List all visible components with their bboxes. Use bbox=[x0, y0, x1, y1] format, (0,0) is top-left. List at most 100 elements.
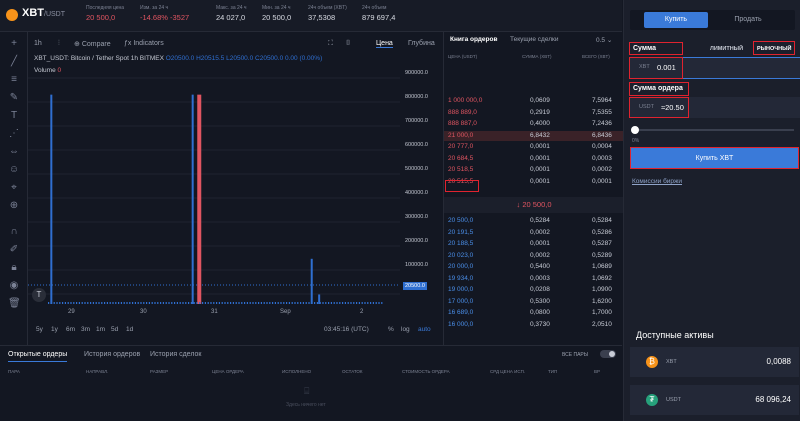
volume-bar bbox=[325, 302, 327, 304]
tab-depth[interactable]: Глубина bbox=[408, 40, 435, 47]
volume-bar bbox=[193, 302, 195, 304]
ob-total: 1,7000 bbox=[592, 309, 612, 316]
crosshair-icon[interactable]: + bbox=[8, 38, 20, 50]
zoom-in-icon[interactable]: ⊕ bbox=[8, 200, 20, 212]
orderbook-row[interactable]: 20 023,0 0,0002 0,5289 bbox=[444, 251, 624, 261]
tab-order-book[interactable]: Книга ордеров bbox=[450, 36, 497, 43]
x-tick-label: 30 bbox=[140, 309, 147, 315]
stat-volume-xbt: 24ч объем (XBT) 37,5308 bbox=[308, 5, 347, 22]
tab-recent-trades[interactable]: Текущие сделки bbox=[510, 36, 559, 43]
tab-open-orders[interactable]: Открытые ордеры bbox=[8, 351, 68, 362]
volume-bar bbox=[126, 302, 128, 304]
volume-bar bbox=[109, 302, 111, 304]
market-tab[interactable]: РЫНОЧНЫЙ bbox=[757, 46, 791, 52]
range-button-1d[interactable]: 1d bbox=[126, 326, 133, 333]
fib-icon[interactable]: ≡ bbox=[8, 74, 20, 86]
tab-order-history[interactable]: История ордеров bbox=[84, 351, 140, 358]
volume-bar bbox=[137, 302, 139, 304]
range-button-3m[interactable]: 3m bbox=[81, 326, 90, 333]
pattern-icon[interactable]: ⋰ bbox=[8, 128, 20, 140]
orderbook-row[interactable]: 20 684,5 0,0001 0,0003 bbox=[444, 154, 624, 164]
orderbook-row[interactable]: 19 934,0 0,0003 1,0692 bbox=[444, 274, 624, 284]
indicators-button[interactable]: ƒx Indicators bbox=[124, 40, 164, 47]
trash-icon[interactable]: 🗑︎ bbox=[8, 298, 21, 310]
step-selector[interactable]: 0.5 ⌄ bbox=[596, 36, 612, 44]
buy-tab[interactable]: Купить bbox=[644, 12, 708, 28]
tab-trade-history[interactable]: История сделок bbox=[150, 351, 201, 358]
orderbook-row[interactable]: 20 188,5 0,0001 0,5287 bbox=[444, 239, 624, 249]
last-price-row: ↓ 20 500,0 bbox=[444, 197, 624, 213]
orderbook-row[interactable]: 20 518,5 0,0001 0,0002 bbox=[444, 165, 624, 175]
compare-button[interactable]: ⊕ Compare bbox=[74, 40, 111, 48]
auto-toggle[interactable]: auto bbox=[418, 326, 431, 333]
orderbook-row[interactable]: 20 500,0 0,5284 0,5284 bbox=[444, 216, 624, 226]
all-pairs-toggle[interactable] bbox=[600, 350, 616, 358]
amount-slider-handle[interactable] bbox=[631, 126, 639, 134]
ob-amount: 0,0002 bbox=[530, 251, 550, 259]
orderbook-row[interactable]: 20 777,0 0,0001 0,0004 bbox=[444, 142, 624, 152]
orderbook-row[interactable]: 16 689,0 0,0800 1,7000 bbox=[444, 308, 624, 318]
orderbook-row[interactable]: 21 000,0 6,8432 6,8436 bbox=[444, 130, 624, 141]
fullscreen-icon[interactable]: ⛶ bbox=[328, 40, 333, 48]
lock-icon[interactable]: 🔒︎ bbox=[8, 262, 20, 274]
asset-name: USDT bbox=[666, 397, 681, 403]
orderbook-row[interactable]: 17 000,0 0,5300 1,6200 bbox=[444, 297, 624, 307]
ob-price: 1 000 000,0 bbox=[448, 97, 483, 104]
emoji-icon[interactable]: ☺ bbox=[8, 164, 20, 176]
ob-amount: 0,5400 bbox=[530, 263, 550, 270]
magnet-icon[interactable]: ∩ bbox=[8, 226, 20, 238]
candle-type-icon[interactable]: ⫶ bbox=[58, 40, 60, 48]
measure-icon[interactable]: ⇔ bbox=[8, 146, 20, 158]
orderbook-row[interactable]: 16 000,0 0,3730 2,0510 bbox=[444, 320, 624, 330]
fees-link[interactable]: Комиссии биржи bbox=[632, 178, 682, 185]
interval-selector[interactable]: 1h bbox=[34, 40, 42, 47]
volume-bar bbox=[224, 302, 226, 304]
text-tool-icon[interactable]: T bbox=[8, 110, 20, 122]
ob-amount: 0,0800 bbox=[530, 309, 550, 316]
volume-bar bbox=[73, 302, 75, 304]
volume-bar bbox=[227, 302, 229, 304]
ruler-icon[interactable]: ⌖ bbox=[8, 182, 20, 194]
orderbook-row[interactable]: 19 000,0 0,0208 1,0900 bbox=[444, 285, 624, 295]
column-header: СТОИМОСТЬ ОРДЕРА bbox=[402, 369, 450, 374]
stat-change-24h: Изм. за 24 ч -14.68% -3527 bbox=[140, 5, 190, 22]
brush-icon[interactable]: ✎ bbox=[8, 92, 20, 104]
log-toggle[interactable]: log bbox=[401, 326, 410, 333]
tab-price[interactable]: Цена bbox=[376, 40, 393, 48]
trend-line-icon[interactable]: ╱ bbox=[8, 56, 20, 68]
orderbook-row[interactable]: 1 000 000,0 0,0609 7,5964 bbox=[444, 96, 624, 106]
range-button-5d[interactable]: 5d bbox=[111, 326, 118, 333]
volume-bar bbox=[350, 302, 352, 304]
buy-xbt-button[interactable]: Купить XBT bbox=[630, 147, 799, 169]
orderbook-row[interactable]: 20 191,5 0,0002 0,5286 bbox=[444, 228, 624, 238]
ob-price: 16 689,0 bbox=[448, 309, 474, 316]
y-tick-label: 400000.0 bbox=[405, 190, 428, 196]
ob-total: 7,5964 bbox=[592, 97, 612, 104]
range-button-1y[interactable]: 1y bbox=[51, 326, 58, 333]
asset-amount: 68 096,24 bbox=[755, 395, 791, 404]
volume-bar bbox=[311, 302, 313, 304]
range-button-6m[interactable]: 6m bbox=[66, 326, 75, 333]
eye-icon[interactable]: ◉ bbox=[8, 280, 20, 292]
lock-drawing-icon[interactable]: ✐ bbox=[8, 244, 20, 256]
volume-bar bbox=[76, 302, 78, 304]
pair-selector[interactable]: XBT/USDT bbox=[22, 7, 65, 19]
orderbook-row[interactable]: 20 000,0 0,5400 1,0689 bbox=[444, 262, 624, 272]
percent-toggle[interactable]: % bbox=[388, 326, 394, 333]
volume-bar bbox=[188, 302, 190, 304]
limit-tab[interactable]: ЛИМИТНЫЙ bbox=[710, 46, 743, 52]
volume-bar bbox=[162, 302, 164, 304]
orderbook-row[interactable]: 888 887,0 0,4000 7,2436 bbox=[444, 119, 624, 129]
amount-slider-track[interactable] bbox=[634, 129, 794, 131]
chart-plot[interactable] bbox=[28, 72, 400, 307]
camera-icon[interactable]: ⌷ bbox=[346, 40, 350, 48]
volume-bar bbox=[143, 302, 145, 304]
volume-bar bbox=[123, 302, 125, 304]
ob-price: 16 000,0 bbox=[448, 320, 474, 328]
range-button-1m[interactable]: 1m bbox=[96, 326, 105, 333]
sell-tab[interactable]: Продать bbox=[716, 12, 780, 28]
volume-bar bbox=[283, 302, 285, 304]
range-button-5y[interactable]: 5y bbox=[36, 326, 43, 333]
drawing-toolbar: + ╱ ≡ ✎ T ⋰ ⇔ ☺ ⌖ ⊕ ∩ ✐ 🔒︎ ◉ 🗑︎ bbox=[0, 32, 28, 350]
orderbook-row[interactable]: 888 889,0 0,2919 7,5355 bbox=[444, 108, 624, 118]
